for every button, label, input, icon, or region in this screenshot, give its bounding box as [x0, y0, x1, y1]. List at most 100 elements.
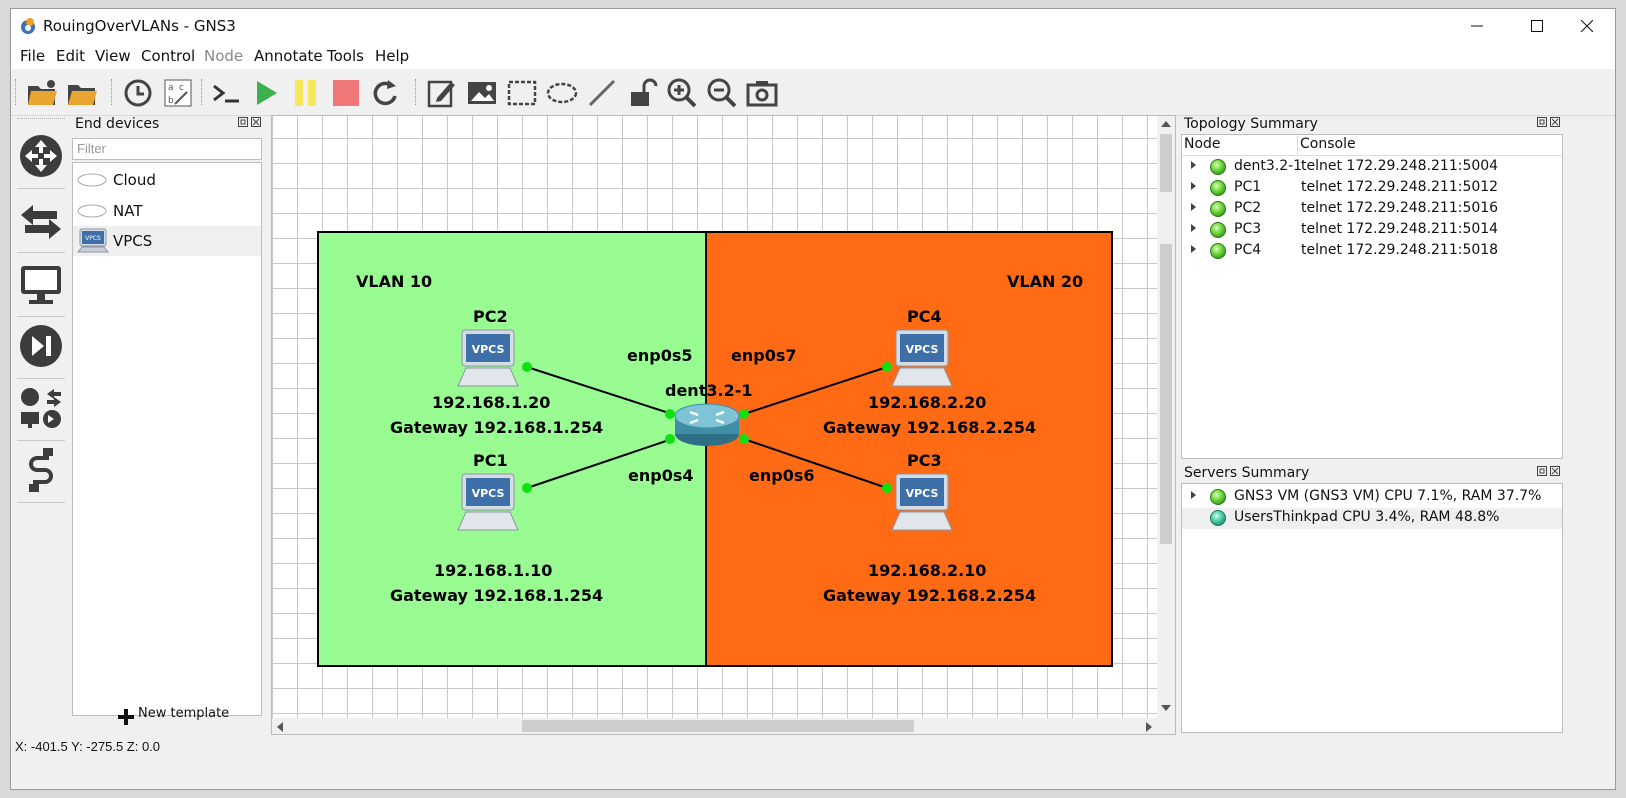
router-label[interactable]: dent3.2-1 [665, 381, 752, 400]
new-project-icon[interactable] [25, 76, 59, 110]
menu-view[interactable]: View [95, 47, 131, 65]
open-project-icon[interactable] [65, 76, 99, 110]
close-dock-icon[interactable] [251, 117, 262, 127]
browse-end-devices-icon[interactable] [17, 260, 65, 308]
pc3-gateway[interactable]: Gateway 192.168.2.254 [823, 586, 1036, 605]
pc2-ip[interactable]: 192.168.1.20 [432, 393, 550, 412]
pc4-gateway[interactable]: Gateway 192.168.2.254 [823, 418, 1036, 437]
draw-line-icon[interactable] [585, 76, 619, 110]
close-dock-icon[interactable] [1550, 117, 1561, 127]
float-dock-icon[interactable] [1537, 117, 1547, 127]
scroll-up-icon[interactable] [1161, 120, 1171, 128]
browse-security-devices-icon[interactable] [17, 322, 65, 370]
server-row[interactable]: GNS3 VM (GNS3 VM) CPU 7.1%, RAM 37.7% [1182, 487, 1562, 508]
horizontal-scrollbar[interactable] [272, 718, 1157, 734]
server-row[interactable]: UsersThinkpad CPU 3.4%, RAM 48.8% [1182, 508, 1562, 529]
scroll-down-icon[interactable] [1161, 704, 1171, 712]
start-all-icon[interactable] [249, 76, 283, 110]
close-dock-icon[interactable] [1550, 466, 1561, 476]
toolbar-separator [111, 79, 114, 105]
insert-image-icon[interactable] [465, 76, 499, 110]
pc3-label[interactable]: PC3 [907, 451, 942, 470]
table-row[interactable]: dent3.2-1 telnet 172.29.248.211:5004 [1182, 157, 1562, 178]
expand-arrow-icon[interactable] [1191, 491, 1196, 499]
node-name: dent3.2-1 [1234, 158, 1303, 174]
expand-arrow-icon[interactable] [1191, 245, 1196, 253]
add-note-icon[interactable] [425, 76, 459, 110]
add-link-cable-icon[interactable] [17, 446, 65, 494]
vpcs-screen-text: VPCS [472, 487, 505, 500]
menu-file[interactable]: File [20, 47, 45, 65]
horizontal-scroll-thumb[interactable] [522, 720, 914, 732]
pc2-node[interactable]: VPCS [457, 329, 519, 387]
table-row[interactable]: PC1 telnet 172.29.248.211:5012 [1182, 178, 1562, 199]
reload-all-icon[interactable] [369, 76, 403, 110]
menu-annotate[interactable]: Annotate [254, 47, 323, 65]
suspend-all-icon[interactable] [289, 76, 323, 110]
pc1-label[interactable]: PC1 [473, 451, 508, 470]
vertical-scroll-thumb-2[interactable] [1160, 244, 1172, 544]
pc1-gateway[interactable]: Gateway 192.168.1.254 [390, 586, 603, 605]
column-header-node[interactable]: Node [1184, 136, 1221, 152]
browse-routers-icon[interactable] [17, 132, 65, 180]
title-bar: RouingOverVLANs - GNS3 [11, 9, 1615, 43]
menu-edit[interactable]: Edit [56, 47, 85, 65]
expand-arrow-icon[interactable] [1191, 161, 1196, 169]
vlan10-label[interactable]: VLAN 10 [356, 272, 432, 291]
screenshot-camera-icon[interactable] [745, 76, 779, 110]
pc4-node[interactable]: VPCS [891, 329, 953, 387]
lock-unlock-icon[interactable] [625, 76, 659, 110]
zoom-out-icon[interactable] [705, 76, 739, 110]
menu-tools[interactable]: Tools [327, 47, 364, 65]
scroll-left-icon[interactable] [276, 722, 284, 732]
pc2-label[interactable]: PC2 [473, 307, 508, 326]
browse-all-devices-icon[interactable] [17, 384, 65, 432]
new-template-button[interactable]: New template [138, 706, 229, 721]
table-row[interactable]: PC3 telnet 172.29.248.211:5014 [1182, 220, 1562, 241]
stop-all-icon[interactable] [329, 76, 363, 110]
menu-control[interactable]: Control [141, 47, 195, 65]
router-node-dent[interactable] [674, 403, 740, 446]
float-dock-icon[interactable] [1537, 466, 1547, 476]
snapshot-clock-icon[interactable] [121, 76, 155, 110]
show-interface-labels-icon[interactable]: a cb [161, 76, 195, 110]
table-row[interactable]: PC2 telnet 172.29.248.211:5016 [1182, 199, 1562, 220]
pc2-gateway[interactable]: Gateway 192.168.1.254 [390, 418, 603, 437]
vertical-scroll-thumb[interactable] [1160, 134, 1172, 192]
console-all-icon[interactable] [209, 76, 243, 110]
list-item-nat[interactable]: NAT [73, 196, 261, 226]
vertical-scrollbar[interactable] [1157, 116, 1175, 718]
expand-arrow-icon[interactable] [1191, 224, 1196, 232]
draw-rectangle-icon[interactable] [505, 76, 539, 110]
pc1-node[interactable]: VPCS [457, 473, 519, 531]
pc3-node[interactable]: VPCS [891, 473, 953, 531]
draw-ellipse-icon[interactable] [545, 76, 579, 110]
topology-canvas[interactable]: VLAN 10 VLAN 20 enp0s5 enp0s4 enp0s7 enp… [271, 115, 1176, 735]
vlan20-label[interactable]: VLAN 20 [1007, 272, 1083, 291]
dock-float-close-buttons[interactable] [1537, 117, 1561, 130]
expand-arrow-icon[interactable] [1191, 203, 1196, 211]
dock-float-close-buttons[interactable] [1537, 466, 1561, 479]
zoom-in-icon[interactable] [665, 76, 699, 110]
expand-arrow-icon[interactable] [1191, 182, 1196, 190]
menu-help[interactable]: Help [375, 47, 409, 65]
device-type-bar [11, 116, 71, 734]
filter-input[interactable]: Filter [72, 138, 262, 160]
browse-switches-icon[interactable] [17, 198, 65, 246]
dock-float-close-buttons[interactable] [238, 117, 262, 130]
scroll-right-icon[interactable] [1145, 722, 1153, 732]
pc1-ip[interactable]: 192.168.1.10 [434, 561, 552, 580]
interface-label-pc1: enp0s4 [628, 466, 693, 485]
pc4-label[interactable]: PC4 [907, 307, 942, 326]
list-item-cloud[interactable]: Cloud [73, 165, 261, 195]
column-header-console[interactable]: Console [1300, 136, 1356, 152]
plus-icon[interactable] [118, 709, 134, 725]
menu-node[interactable]: Node [204, 47, 243, 65]
table-row[interactable]: PC4 telnet 172.29.248.211:5018 [1182, 241, 1562, 262]
float-dock-icon[interactable] [238, 117, 248, 127]
minimize-button[interactable] [1447, 9, 1507, 43]
list-item-vpcs[interactable]: VPCS VPCS [73, 226, 261, 256]
pc4-ip[interactable]: 192.168.2.20 [868, 393, 986, 412]
pc3-ip[interactable]: 192.168.2.10 [868, 561, 986, 580]
close-button[interactable] [1557, 9, 1615, 43]
